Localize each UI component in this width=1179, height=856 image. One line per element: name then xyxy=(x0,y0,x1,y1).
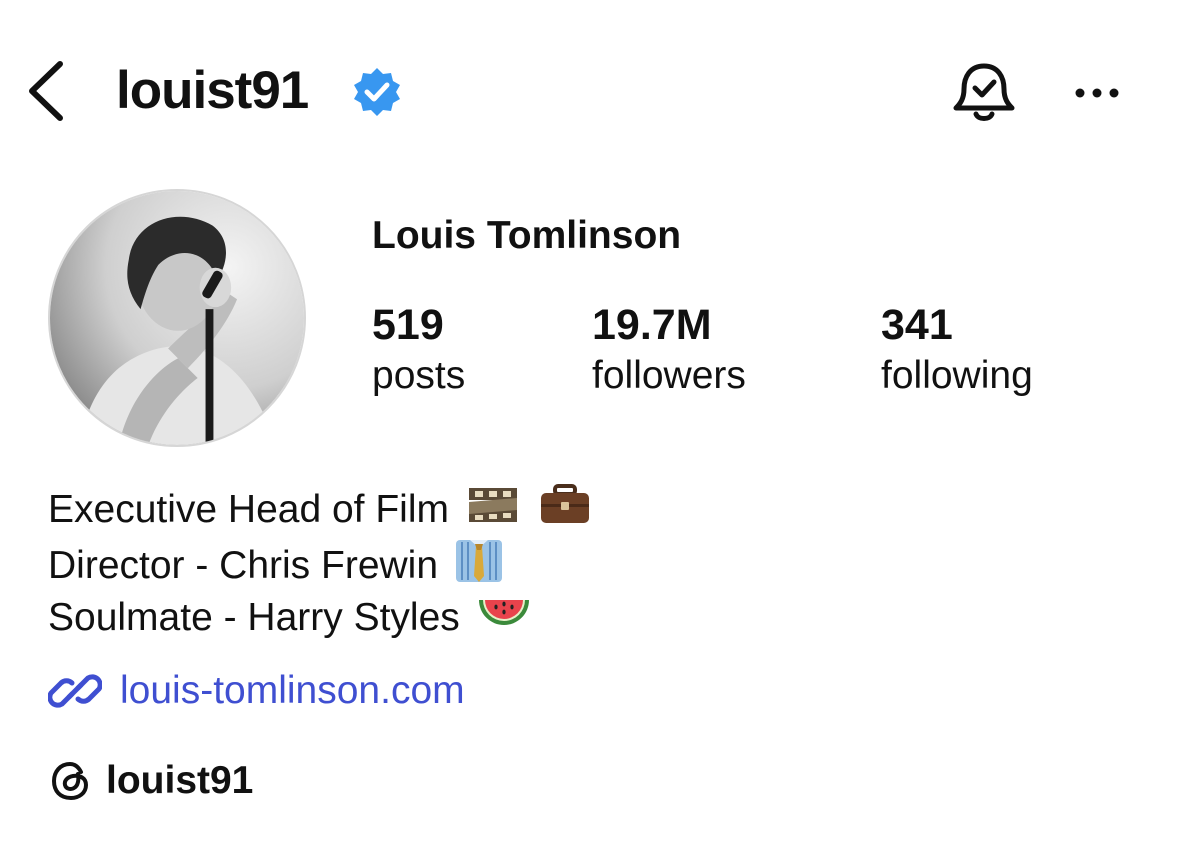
following-count[interactable]: 341 following xyxy=(881,298,1033,400)
bio-text: Soulmate - Harry Styles xyxy=(48,596,460,639)
bio-line-2: Director - Chris Frewin xyxy=(48,536,504,596)
back-arrow-icon xyxy=(29,61,63,121)
following-value: 341 xyxy=(881,301,953,349)
film-strip-emoji xyxy=(465,482,521,538)
followers-value: 19.7M xyxy=(592,301,712,349)
back-button[interactable] xyxy=(22,58,72,124)
bell-check-icon xyxy=(953,63,1015,121)
briefcase-emoji xyxy=(537,482,593,538)
threads-icon xyxy=(51,761,89,801)
followers-label: followers xyxy=(592,354,746,397)
posts-label: posts xyxy=(372,354,466,397)
followers-count[interactable]: 19.7M followers xyxy=(592,298,746,400)
posts-value: 519 xyxy=(372,301,444,349)
profile-username: louist91 xyxy=(116,61,309,120)
threads-handle: louist91 xyxy=(106,759,254,802)
more-options-icon xyxy=(1075,88,1119,98)
posts-count[interactable]: 519 posts xyxy=(372,298,465,400)
following-label: following xyxy=(881,354,1033,397)
profile-link[interactable]: louis-tomlinson.com xyxy=(48,664,465,718)
bio-text: Director - Chris Frewin xyxy=(48,544,439,587)
necktie-shirt-emoji xyxy=(454,536,504,596)
profile-avatar[interactable] xyxy=(48,189,306,447)
notifications-bell-button[interactable] xyxy=(948,58,1020,130)
watermelon-emoji xyxy=(476,590,532,646)
avatar-photo xyxy=(50,191,304,445)
bio-line-3: Soulmate - Harry Styles xyxy=(48,590,532,646)
verified-badge-icon xyxy=(352,66,402,116)
profile-full-name: Louis Tomlinson xyxy=(372,214,682,257)
link-chain-icon xyxy=(48,674,102,708)
bio-line-1: Executive Head of Film xyxy=(48,482,593,538)
bio-text: Executive Head of Film xyxy=(48,488,449,531)
threads-badge[interactable]: louist91 xyxy=(48,756,253,806)
link-text[interactable]: louis-tomlinson.com xyxy=(120,665,465,717)
more-options-button[interactable] xyxy=(1068,78,1126,108)
